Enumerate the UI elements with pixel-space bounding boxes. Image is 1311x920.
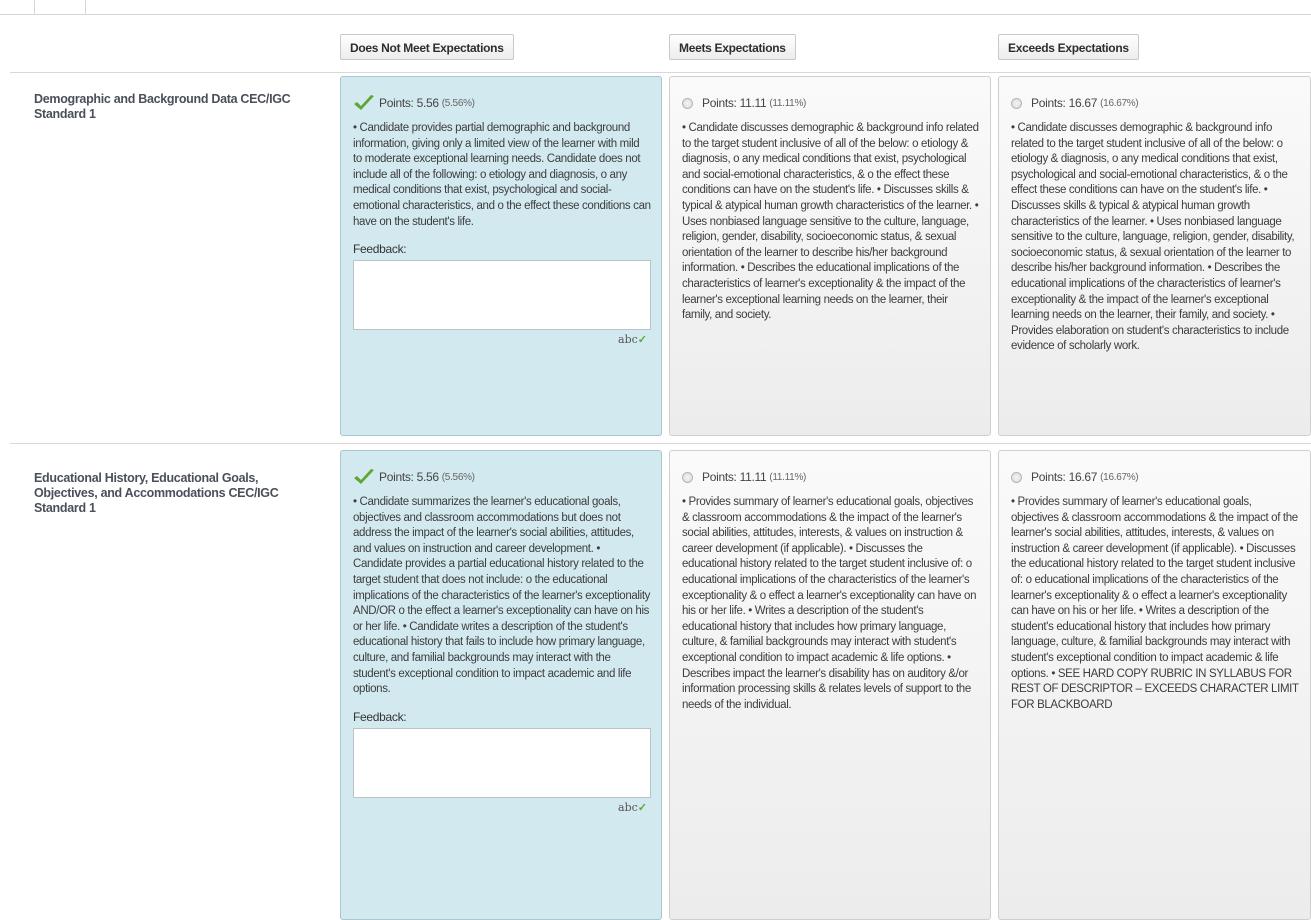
- row-separator: [10, 443, 1311, 444]
- radio-icon[interactable]: [1011, 471, 1022, 483]
- feedback-textarea[interactable]: [353, 260, 651, 331]
- points-line: Points: 5.56 (5.56%): [353, 467, 651, 487]
- rubric-cell-selected[interactable]: Points: 5.56 (5.56%) • Candidate summari…: [340, 450, 662, 920]
- points-percent: (16.67%): [1100, 97, 1139, 109]
- points-line: Points: 16.67 (16.67%): [1011, 467, 1300, 487]
- rubric-cell[interactable]: Points: 11.11 (11.11%) • Candidate discu…: [669, 76, 991, 436]
- points-percent: (16.67%): [1100, 471, 1139, 483]
- criterion-description: • Candidate provides partial demographic…: [353, 122, 651, 228]
- radio-icon[interactable]: [682, 471, 693, 483]
- row-separator: [10, 72, 1311, 73]
- points-percent: (5.56%): [441, 97, 475, 109]
- spellcheck-icon[interactable]: abc✓: [353, 801, 651, 814]
- points-value: Points: 16.67: [1031, 470, 1098, 484]
- column-header-exceeds[interactable]: Exceeds Expectations: [998, 34, 1139, 60]
- rubric-cell[interactable]: Points: 16.67 (16.67%) • Candidate discu…: [998, 76, 1311, 436]
- rubric-cell[interactable]: Points: 16.67 (16.67%) • Provides summar…: [998, 450, 1311, 920]
- column-header-meets[interactable]: Meets Expectations: [669, 34, 796, 60]
- points-percent: (5.56%): [441, 471, 475, 483]
- points-percent: (11.11%): [769, 97, 807, 109]
- points-value: Points: 11.11: [702, 96, 767, 110]
- tab-strip: [0, 0, 1311, 15]
- criterion-description: • Candidate discusses demographic & back…: [682, 122, 979, 322]
- criterion-description: • Provides summary of learner's educatio…: [1011, 496, 1299, 711]
- points-percent: (11.11%): [769, 471, 807, 483]
- checkmark-icon: [354, 95, 374, 110]
- criterion-label: Educational History, Educational Goals, …: [34, 471, 279, 515]
- points-value: Points: 16.67: [1031, 96, 1098, 110]
- points-line: Points: 5.56 (5.56%): [353, 93, 651, 113]
- rubric-cell-selected[interactable]: Points: 5.56 (5.56%) • Candidate provide…: [340, 76, 662, 436]
- feedback-label: Feedback:: [353, 709, 407, 724]
- active-tab-notch: [34, 0, 86, 14]
- radio-icon[interactable]: [682, 97, 693, 109]
- spellcheck-icon[interactable]: abc✓: [353, 333, 651, 346]
- column-header-does-not-meet[interactable]: Does Not Meet Expectations: [340, 34, 514, 60]
- spellcheck-label: abc: [618, 333, 638, 347]
- radio-icon[interactable]: [1011, 97, 1022, 109]
- rubric-cell[interactable]: Points: 11.11 (11.11%) • Provides summar…: [669, 450, 991, 920]
- checkmark-icon: [354, 469, 374, 484]
- points-value: Points: 11.11: [702, 470, 767, 484]
- points-value: Points: 5.56: [379, 96, 439, 110]
- points-value: Points: 5.56: [379, 470, 439, 484]
- points-line: Points: 11.11 (11.11%): [682, 467, 980, 487]
- feedback-label: Feedback:: [353, 242, 407, 257]
- criterion-description: • Candidate discusses demographic & back…: [1011, 122, 1295, 353]
- feedback-textarea[interactable]: [353, 727, 651, 798]
- points-line: Points: 11.11 (11.11%): [682, 93, 980, 113]
- spellcheck-label: abc: [618, 800, 638, 814]
- criterion-description: • Provides summary of learner's educatio…: [682, 496, 977, 711]
- criterion-label: Demographic and Background Data CEC/IGC …: [34, 92, 291, 121]
- criterion-description: • Candidate summarizes the learner's edu…: [353, 496, 651, 696]
- points-line: Points: 16.67 (16.67%): [1011, 93, 1300, 113]
